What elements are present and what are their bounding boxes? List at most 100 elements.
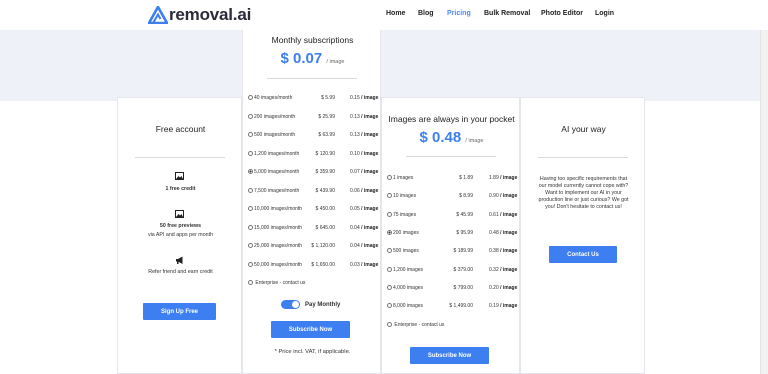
- radio-button[interactable]: [387, 193, 392, 199]
- per-image-suffix: / image: [361, 169, 379, 175]
- pocket-subscribe-button[interactable]: Subscribe Now: [410, 347, 489, 364]
- radio-button[interactable]: [248, 243, 253, 248]
- pocket-plan-option[interactable]: 10 images $ 8.99 0.90 / image: [387, 193, 521, 199]
- monthly-subscribe-button[interactable]: Subscribe Now: [271, 321, 350, 338]
- per-image-suffix: / image: [361, 113, 379, 120]
- nav-bulk-removal[interactable]: Bulk Removal: [484, 10, 530, 17]
- pay-monthly-toggle[interactable]: [281, 300, 300, 309]
- nav-login[interactable]: Login: [595, 10, 614, 17]
- radio-button[interactable]: [387, 284, 392, 290]
- pocket-enterprise-option[interactable]: Enterprise - contact us: [387, 322, 444, 328]
- monthly-plan-option[interactable]: 25,000 images/month $ 1,120.00 0.04 / imag…: [248, 243, 382, 249]
- radio-button[interactable]: [387, 229, 392, 235]
- contact-us-button[interactable]: Contact Us: [549, 246, 617, 263]
- divider: [406, 156, 496, 157]
- radio-button[interactable]: [248, 95, 253, 100]
- plan-label: 500 images: [393, 248, 419, 255]
- plan-label: 50,000 images/month: [254, 261, 303, 268]
- per-image-suffix: / image: [500, 229, 518, 236]
- nav-pricing[interactable]: Pricing: [447, 10, 471, 17]
- pocket-price-value: $ 0.48: [419, 129, 462, 146]
- per-image-suffix: / image: [361, 132, 379, 138]
- monthly-plan-option[interactable]: 10,000 images/month $ 450.00 0.05 / image: [248, 206, 382, 212]
- sign-up-free-button[interactable]: Sign Up Free: [143, 303, 216, 320]
- monthly-title: Monthly subscriptions: [271, 35, 354, 45]
- ai-your-way-card: AI your way Having too specific requirem…: [520, 97, 645, 374]
- per-image-suffix: / image: [500, 211, 518, 218]
- per-image-suffix: / image: [361, 150, 379, 157]
- per-image-suffix: / image: [500, 284, 518, 291]
- monthly-plan-option[interactable]: 50,000 images/month $ 1,650.00 0.03 / imag…: [248, 261, 382, 268]
- radio-button[interactable]: [248, 150, 253, 156]
- monthly-plan-option[interactable]: 7,500 images/month $ 439.90 0.06 / image: [248, 187, 382, 194]
- ai-text-line: Having too specific requirements that: [539, 176, 628, 182]
- plan-price: $ 8.99: [459, 193, 473, 200]
- plan-price: $ 439.90: [315, 187, 335, 194]
- per-image-value: 0.32: [489, 266, 499, 273]
- plan-label: 200 images: [393, 229, 419, 236]
- plan-price: $ 450.00: [315, 206, 335, 212]
- vat-note: * Price incl. VAT, if applicable.: [274, 349, 351, 355]
- radio-button[interactable]: [248, 206, 253, 211]
- monthly-plan-option[interactable]: 1,200 images/month $ 120.90 0.10 / image: [248, 150, 382, 157]
- free-previews-subtext: via API and apps per month: [147, 232, 214, 238]
- per-image-suffix: / image: [500, 266, 518, 273]
- monthly-plan-option[interactable]: 200 images/month $ 25.99 0.13 / image: [248, 113, 382, 120]
- radio-button[interactable]: [387, 248, 392, 254]
- radio-button[interactable]: [248, 113, 253, 119]
- plan-per-image: 0.05 / image: [350, 206, 378, 212]
- per-image-suffix: / image: [500, 248, 518, 255]
- per-image-suffix: / image: [361, 206, 379, 212]
- monthly-price: $ 0.07 / image: [243, 50, 382, 67]
- plan-price: $ 45.99: [456, 211, 473, 218]
- plan-per-image: 0.20 / image: [489, 285, 517, 291]
- radio-button[interactable]: [387, 303, 392, 309]
- plan-per-image: 0.13 / image: [350, 114, 378, 120]
- plan-label: 5,000 images/month: [254, 169, 300, 175]
- per-image-suffix: / image: [361, 243, 379, 249]
- scrollbar[interactable]: [760, 30, 768, 374]
- plan-per-image: 0.19 / image: [489, 303, 517, 309]
- radio-button[interactable]: [248, 132, 253, 137]
- pocket-plan-option[interactable]: 8,000 images $ 1,499.00 0.19 / image: [387, 303, 521, 309]
- radio-button[interactable]: [248, 169, 253, 174]
- radio-button[interactable]: [387, 322, 392, 327]
- pocket-plan-option[interactable]: 500 images $ 189.99 0.38 / image: [387, 248, 521, 254]
- pocket-plan-option[interactable]: 4,000 images $ 799.00 0.20 / image: [387, 284, 521, 291]
- radio-button[interactable]: [248, 224, 253, 230]
- per-image-value: 0.06: [350, 187, 360, 194]
- plan-per-image: 0.15 / image: [350, 95, 378, 101]
- per-image-value: 0.03: [350, 261, 360, 268]
- nav-blog[interactable]: Blog: [418, 10, 434, 17]
- plan-price: $ 1,650.00: [311, 261, 335, 268]
- monthly-plan-option[interactable]: 500 images/month $ 63.99 0.13 / image: [248, 132, 382, 138]
- plan-label: 1,200 images: [393, 266, 424, 273]
- hero-band: [0, 30, 768, 101]
- per-image-value: 0.90: [489, 193, 499, 200]
- monthly-plan-option[interactable]: 5,000 images/month $ 359.90 0.07 / image: [248, 169, 382, 175]
- plan-label: 1 images: [393, 175, 414, 181]
- plan-price: $ 359.90: [315, 169, 335, 175]
- plan-per-image: 0.48 / image: [489, 230, 517, 236]
- monthly-plan-option[interactable]: 15,000 images/month $ 645.00 0.04 / image: [248, 224, 382, 231]
- pocket-plan-option[interactable]: 1 images $ 1.89 1.89 / image: [387, 175, 521, 181]
- nav-home[interactable]: Home: [386, 10, 405, 17]
- monthly-plan-option[interactable]: 40 images/month $ 5.99 0.15 / image: [248, 95, 382, 101]
- pocket-plan-option[interactable]: 1,200 images $ 379.00 0.32 / image: [387, 266, 521, 273]
- radio-button[interactable]: [248, 261, 253, 267]
- radio-button[interactable]: [387, 175, 392, 180]
- plan-price: $ 379.00: [453, 266, 473, 273]
- radio-button[interactable]: [248, 187, 253, 193]
- per-image-suffix: / image: [500, 303, 518, 310]
- per-image-value: 0.04: [350, 243, 360, 249]
- monthly-enterprise-option[interactable]: Enterprise - contact us: [248, 280, 305, 286]
- per-image-value: 0.48: [489, 229, 499, 236]
- logo[interactable]: removal.ai: [148, 5, 251, 25]
- pocket-plan-option[interactable]: 200 images $ 95.99 0.48 / image: [387, 229, 521, 236]
- radio-button[interactable]: [387, 266, 392, 272]
- radio-button[interactable]: [387, 211, 392, 217]
- radio-button[interactable]: [248, 280, 253, 285]
- nav-photo-editor[interactable]: Photo Editor: [541, 10, 583, 17]
- pocket-plan-option[interactable]: 75 images $ 45.99 0.61 / image: [387, 211, 521, 218]
- divider: [538, 157, 628, 158]
